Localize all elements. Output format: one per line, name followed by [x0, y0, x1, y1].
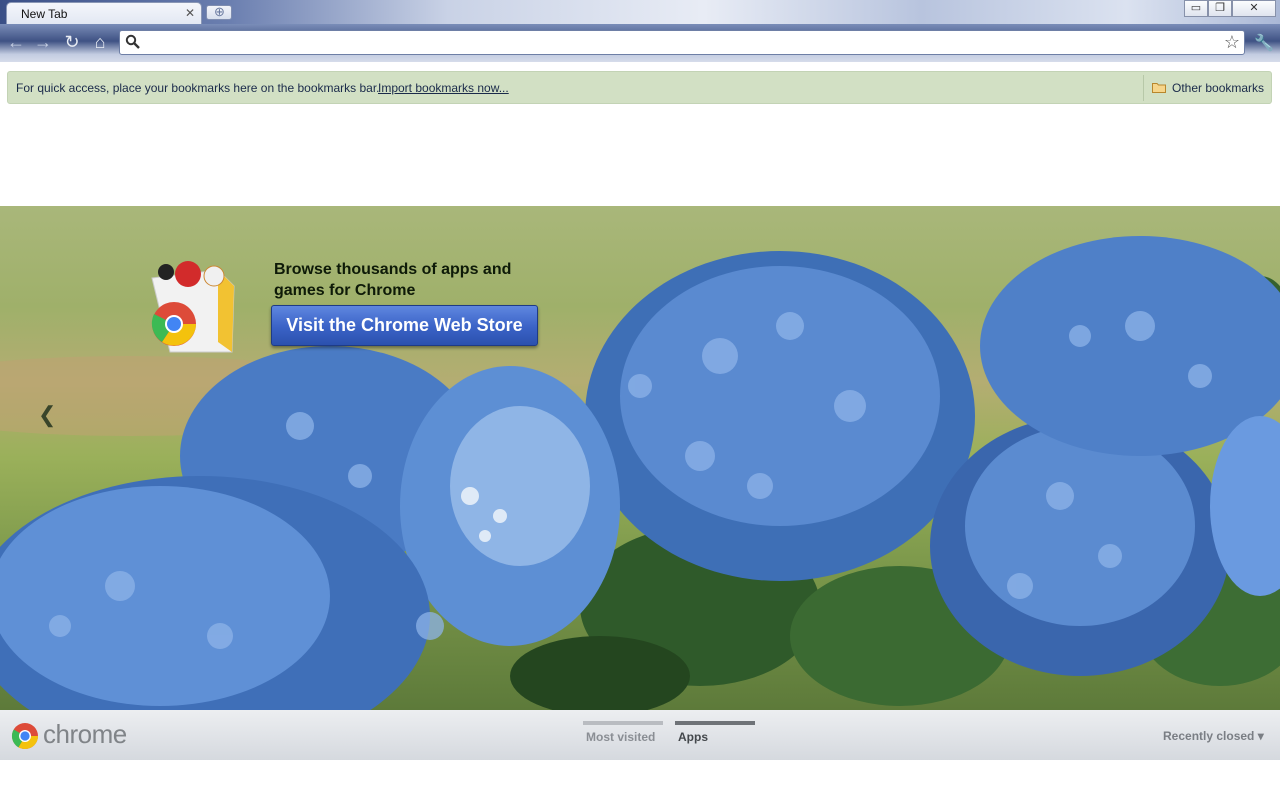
- bookmarks-separator: [1143, 75, 1144, 101]
- tab-new-tab[interactable]: New Tab ✕: [6, 2, 202, 24]
- plus-icon: ⊕: [214, 4, 225, 19]
- close-window-button[interactable]: ✕: [1232, 0, 1276, 17]
- reload-icon[interactable]: ↻: [62, 32, 82, 52]
- tab-title: New Tab: [21, 7, 68, 21]
- toolbar: ← → ↻ ⌂ ☆ 🔧: [0, 24, 1280, 62]
- home-icon[interactable]: ⌂: [90, 32, 110, 52]
- recently-closed-menu[interactable]: Recently closed ▾: [1163, 729, 1264, 743]
- minimize-button[interactable]: ▭: [1184, 0, 1208, 17]
- bookmarks-hint: For quick access, place your bookmarks h…: [16, 81, 380, 95]
- bookmarks-bar: For quick access, place your bookmarks h…: [7, 71, 1272, 104]
- other-bookmarks-button[interactable]: Other bookmarks: [1172, 81, 1264, 95]
- apps-indicator: [675, 721, 755, 725]
- most-visited-indicator: [583, 721, 663, 725]
- new-tab-button[interactable]: ⊕: [206, 4, 232, 20]
- forward-arrow-icon[interactable]: →: [33, 32, 53, 52]
- chrome-wordmark: chrome: [43, 719, 127, 749]
- previous-page-icon[interactable]: ❮: [38, 402, 56, 428]
- visit-web-store-button[interactable]: Visit the Chrome Web Store: [271, 305, 538, 346]
- tab-close-icon[interactable]: ✕: [185, 6, 195, 20]
- ntp-footer: chrome Most visited Apps Recently closed…: [0, 710, 1280, 760]
- wrench-icon[interactable]: 🔧: [1254, 33, 1274, 53]
- tab-apps[interactable]: Apps: [678, 730, 708, 744]
- web-store-icon: [151, 261, 235, 353]
- title-bar: New Tab ✕ ⊕ ▭ ❐ ✕: [0, 0, 1280, 24]
- web-store-promo-text: Browse thousands of apps and games for C…: [274, 261, 512, 299]
- back-arrow-icon[interactable]: ←: [6, 32, 26, 52]
- chrome-logo-icon: [11, 723, 39, 750]
- import-bookmarks-link[interactable]: Import bookmarks now...: [378, 81, 509, 95]
- star-icon[interactable]: ☆: [1224, 33, 1240, 51]
- folder-icon: [1152, 83, 1166, 93]
- search-icon: [125, 34, 140, 49]
- tab-most-visited[interactable]: Most visited: [586, 730, 655, 744]
- restore-button[interactable]: ❐: [1208, 0, 1232, 17]
- omnibox[interactable]: ☆: [119, 30, 1245, 55]
